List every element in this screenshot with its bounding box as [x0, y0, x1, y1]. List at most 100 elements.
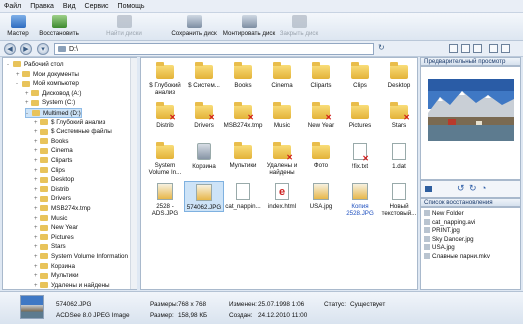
- file-item[interactable]: Мультики: [223, 141, 263, 169]
- tree-item[interactable]: - Multimed (D:): [25, 108, 82, 118]
- tree-item[interactable]: + $ Глубокий анализ: [34, 118, 105, 128]
- tree-item[interactable]: + Books: [34, 137, 69, 147]
- tree-item[interactable]: + System Volume Information: [34, 252, 128, 262]
- folder-icon: [22, 70, 30, 77]
- file-item[interactable]: Books: [223, 61, 263, 89]
- save-disk-button[interactable]: Сохранить диск: [170, 15, 218, 40]
- menu-file[interactable]: Файл: [4, 3, 21, 10]
- file-item[interactable]: e index.html: [262, 181, 302, 210]
- tree-item[interactable]: - Мой компьютер: [16, 79, 79, 89]
- tree-item[interactable]: + Мои документы: [16, 70, 79, 80]
- tree-item[interactable]: + Корзина: [34, 262, 75, 272]
- file-item[interactable]: Clips: [340, 61, 380, 89]
- back-button[interactable]: ◀: [4, 43, 16, 55]
- tree-item[interactable]: + Drivers: [34, 194, 71, 204]
- tree-item[interactable]: + MSB274x.tmp: [34, 204, 91, 214]
- rotate-left-icon[interactable]: ↺: [457, 183, 465, 194]
- tree-scrollbar[interactable]: [130, 58, 137, 289]
- file-item[interactable]: Корзина: [184, 141, 224, 170]
- recovery-item[interactable]: New Folder: [424, 210, 464, 218]
- file-item[interactable]: $ Глубокий анализ: [145, 61, 185, 96]
- file-item[interactable]: ✕ Drivers: [184, 101, 224, 129]
- image-type-icon[interactable]: [425, 186, 432, 192]
- tree-item[interactable]: + Distrib: [34, 185, 69, 195]
- status-file-name: 574062.JPG: [56, 301, 92, 308]
- restore-icon: [51, 15, 67, 28]
- wizard-button[interactable]: Мастер: [4, 15, 32, 40]
- flip-icon[interactable]: ◔: [481, 183, 486, 193]
- file-item[interactable]: Фото: [301, 141, 341, 169]
- tree-item[interactable]: + Cliparts: [34, 156, 72, 166]
- html-file-icon: e: [275, 183, 289, 200]
- file-item[interactable]: Pictures: [340, 101, 380, 129]
- view-details-icon[interactable]: [473, 44, 482, 53]
- forward-button[interactable]: ▶: [20, 43, 32, 55]
- tree-item[interactable]: + Pictures: [34, 233, 74, 243]
- folder-icon: [40, 224, 48, 231]
- panel-toggle-icon[interactable]: [489, 44, 498, 53]
- panel-toggle2-icon[interactable]: [501, 44, 510, 53]
- file-item[interactable]: ✕ Distrib: [145, 101, 185, 129]
- deleted-mark-icon: ✕: [169, 113, 176, 122]
- tree-item[interactable]: + Desktop: [34, 175, 74, 185]
- history-dropdown[interactable]: ▾: [37, 43, 49, 55]
- tree-item-label: System (C:): [42, 99, 76, 107]
- refresh-icon[interactable]: ↻: [378, 43, 385, 52]
- preview-image: [428, 79, 514, 141]
- tree-item[interactable]: + $ Системные файлы: [34, 127, 112, 137]
- tree-item[interactable]: + Stars: [34, 242, 66, 252]
- file-item[interactable]: ✕ MSB274x.tmp: [223, 101, 263, 129]
- tree-item[interactable]: + New Year: [34, 223, 78, 233]
- mount-disk-button[interactable]: Монтировать диск: [222, 15, 276, 40]
- file-icon: [392, 183, 406, 200]
- file-item[interactable]: ✕ !fix.txt: [340, 141, 380, 170]
- tree-item[interactable]: + Music: [34, 214, 67, 224]
- recovery-item[interactable]: USA.jpg: [424, 244, 455, 252]
- file-item[interactable]: ✕ Stars: [379, 101, 417, 129]
- tree-item[interactable]: - Рабочий стол: [7, 60, 64, 70]
- folder-icon: [351, 62, 369, 79]
- file-item[interactable]: 2528 - ADS.JPG: [145, 181, 185, 217]
- file-item[interactable]: Cinema: [262, 61, 302, 89]
- recovery-item[interactable]: Sky Dancer.jpg: [424, 236, 474, 244]
- recovery-item[interactable]: Славные парни.mkv: [424, 253, 490, 261]
- address-input[interactable]: D:\: [54, 43, 374, 55]
- file-item[interactable]: ✕ Удалены и найдены: [262, 141, 302, 176]
- file-item[interactable]: System Volume In...: [145, 141, 185, 176]
- file-item[interactable]: Новый текстовый...: [379, 181, 417, 217]
- file-item[interactable]: 574062.JPG: [184, 181, 224, 212]
- tree-item[interactable]: + System (C:): [25, 98, 75, 108]
- tree-item[interactable]: + Clips: [34, 166, 65, 176]
- tree-item[interactable]: + Удалены и найдены: [34, 281, 110, 289]
- file-name: New Year: [307, 122, 335, 129]
- file-item[interactable]: Cliparts: [301, 61, 341, 89]
- tree-item[interactable]: + Cinema: [34, 146, 73, 156]
- tree-item[interactable]: + Дисковод (A:): [25, 89, 81, 99]
- menu-service[interactable]: Сервис: [85, 3, 109, 10]
- close-disk-button[interactable]: Закрыть диск: [278, 15, 320, 40]
- file-item[interactable]: 1.dat: [379, 141, 417, 170]
- recovery-item[interactable]: PRINT.jpg: [424, 227, 460, 235]
- find-disks-button[interactable]: Найти диски: [103, 15, 145, 40]
- menu-help[interactable]: Помощь: [118, 3, 145, 10]
- folder-icon: [31, 99, 39, 106]
- recovery-item[interactable]: cat_napping.avi: [424, 219, 475, 227]
- file-item[interactable]: cat_nappin...: [223, 181, 263, 210]
- restore-button[interactable]: Восстановить: [38, 15, 80, 40]
- view-thumbnails-icon[interactable]: [449, 44, 458, 53]
- folder-icon: [273, 62, 291, 79]
- view-list-icon[interactable]: [461, 44, 470, 53]
- file-item[interactable]: USA.jpg: [301, 181, 341, 210]
- tree-item[interactable]: + Мультики: [34, 271, 78, 281]
- rotate-right-icon[interactable]: ↻: [469, 183, 477, 194]
- deleted-mark-icon: ✕: [325, 113, 332, 122]
- file-item[interactable]: ✕ New Year: [301, 101, 341, 129]
- file-item[interactable]: Desktop: [379, 61, 417, 89]
- menu-edit[interactable]: Правка: [30, 3, 54, 10]
- file-item[interactable]: Копия 2528.JPG: [340, 181, 380, 217]
- file-item[interactable]: $ Систем...: [184, 61, 224, 89]
- folder-icon: ✕: [156, 102, 176, 122]
- file-name: Stars: [391, 122, 407, 129]
- file-item[interactable]: Music: [262, 101, 302, 129]
- menu-view[interactable]: Вид: [63, 3, 76, 10]
